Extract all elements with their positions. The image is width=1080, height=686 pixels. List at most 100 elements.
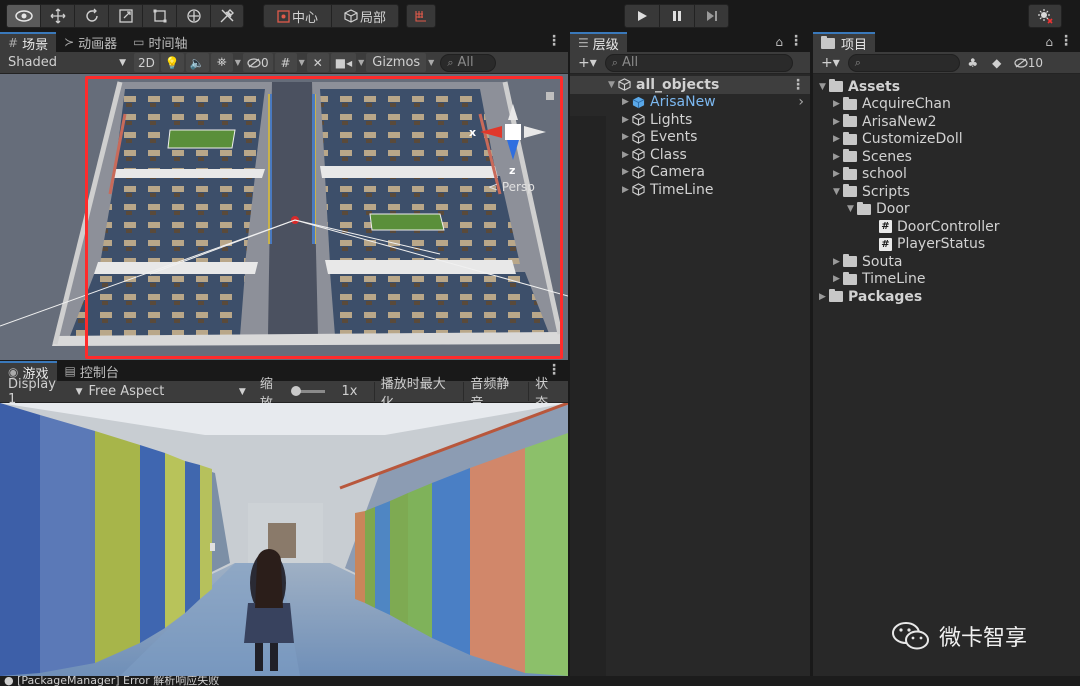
tab-hierarchy[interactable]: ☰ 层级 — [570, 32, 627, 53]
step-button[interactable] — [694, 4, 729, 28]
effects-chevron-icon[interactable]: ▼ — [235, 58, 241, 67]
rect-tool-icon[interactable] — [142, 4, 176, 28]
pivot-center-button[interactable]: 中心 — [263, 4, 331, 28]
hierarchy-item-class[interactable]: ▶ Class — [570, 146, 810, 164]
expand-arrow-icon[interactable]: ▶ — [622, 150, 632, 160]
pause-button[interactable] — [659, 4, 694, 28]
game-viewport[interactable] — [0, 403, 568, 676]
project-folder-packages[interactable]: ▶ Packages — [813, 288, 1080, 306]
scale-slider[interactable] — [290, 386, 326, 396]
expand-arrow-icon[interactable]: ▼ — [819, 82, 829, 92]
lock-icon[interactable]: ⌂ — [769, 35, 789, 52]
root-menu-icon[interactable]: ⋮ — [791, 77, 810, 93]
tab-console[interactable]: ▤ 控制台 — [57, 361, 127, 381]
expand-arrow-icon[interactable]: ▶ — [833, 152, 843, 162]
project-folder-scenes[interactable]: ▶ Scenes — [813, 148, 1080, 166]
wechat-icon — [892, 622, 929, 650]
project-script-doorcontroller[interactable]: # DoorController — [813, 218, 1080, 236]
expand-arrow-icon[interactable]: ▶ — [833, 134, 843, 144]
hierarchy-item-events[interactable]: ▶ Events — [570, 129, 810, 147]
lock-icon[interactable]: ⌂ — [1039, 35, 1059, 52]
scene-viewport[interactable]: x z < Persp — [0, 74, 568, 360]
expand-arrow-icon[interactable]: ▶ — [622, 97, 632, 107]
display-dropdown[interactable]: Display 1 — [2, 377, 68, 407]
grid-chevron-icon[interactable]: ▼ — [299, 58, 305, 67]
project-add-button[interactable]: +▾ — [815, 53, 846, 72]
scale-tool-icon[interactable] — [108, 4, 142, 28]
hierarchy-root-row[interactable]: ▼ all_objects ⋮ — [570, 76, 810, 94]
hierarchy-menu-icon[interactable]: ⋮ — [789, 33, 810, 52]
project-folder-acquirechan[interactable]: ▶ AcquireChan — [813, 96, 1080, 114]
scene-search-input[interactable]: ⌕ All — [440, 53, 497, 72]
folder-label: Souta — [862, 253, 903, 270]
project-folder-arisanew2[interactable]: ▶ ArisaNew2 — [813, 113, 1080, 131]
expand-arrow-icon[interactable]: ▶ — [819, 292, 829, 302]
expand-arrow-icon[interactable]: ▶ — [833, 169, 843, 179]
custom-tool-icon[interactable] — [210, 4, 244, 28]
project-folder-scripts[interactable]: ▼ Scripts — [813, 183, 1080, 201]
move-tool-icon[interactable] — [40, 4, 74, 28]
tools-icon[interactable]: ✕ — [306, 53, 329, 72]
expand-arrow-icon[interactable]: ▶ — [833, 99, 843, 109]
stats-toggle[interactable]: 状态 — [528, 377, 566, 411]
hierarchy-item-camera[interactable]: ▶ Camera — [570, 164, 810, 182]
lighting-icon[interactable]: 💡 — [160, 53, 184, 72]
camera-icon[interactable]: ■◂ — [330, 53, 357, 72]
view-tool-eye-icon[interactable] — [6, 4, 40, 28]
tab-scene[interactable]: # 场景 — [0, 32, 57, 53]
tab-animator[interactable]: ≻ 动画器 — [56, 32, 125, 52]
expand-arrow-icon[interactable]: ▶ — [833, 274, 843, 284]
project-script-playerstatus[interactable]: # PlayerStatus — [813, 236, 1080, 254]
tab-timeline[interactable]: ▭ 时间轴 — [125, 32, 195, 52]
maximize-on-play-toggle[interactable]: 播放时最大化 — [373, 377, 462, 411]
effects-icon[interactable]: ⛯ — [210, 53, 233, 72]
hidden-packages-icon[interactable]: 10 — [1010, 53, 1047, 72]
project-folder-assets[interactable]: ▼ Assets — [813, 78, 1080, 96]
grid-snap-button[interactable] — [406, 4, 436, 28]
project-folder-souta[interactable]: ▶ Souta — [813, 253, 1080, 271]
project-folder-door[interactable]: ▼ Door — [813, 201, 1080, 219]
expand-arrow-icon[interactable]: ▶ — [622, 185, 632, 195]
expand-arrow-icon[interactable]: ▼ — [847, 204, 857, 214]
project-search-input[interactable]: ⌕ — [847, 53, 960, 72]
scene-menu-icon[interactable]: ⋮ — [547, 33, 568, 52]
shading-mode-dropdown[interactable]: Shaded ▼ — [2, 53, 132, 72]
filter-label-icon[interactable]: ◆ — [986, 53, 1008, 72]
tab-project[interactable]: 项目 — [813, 32, 876, 53]
expand-arrow-icon[interactable]: ▶ — [622, 167, 632, 177]
hierarchy-item-timeline[interactable]: ▶ TimeLine — [570, 181, 810, 199]
2d-toggle[interactable]: 2D — [134, 53, 159, 72]
expand-arrow-icon[interactable]: ▶ — [622, 132, 632, 142]
filter-type-icon[interactable]: ♣ — [962, 53, 984, 72]
grid-toggle-icon[interactable]: # — [274, 53, 297, 72]
mute-audio-toggle[interactable]: 音频静音 — [463, 377, 526, 411]
gizmos-dropdown[interactable]: Gizmos — [366, 53, 427, 72]
project-folder-school[interactable]: ▶ school — [813, 166, 1080, 184]
hierarchy-search-input[interactable]: ⌕ All — [604, 53, 793, 72]
expand-arrow-icon[interactable]: ▶ — [622, 115, 632, 125]
pivot-local-button[interactable]: 局部 — [331, 4, 399, 28]
collab-icon[interactable] — [1028, 4, 1062, 28]
camera-chevron-icon[interactable]: ▼ — [358, 58, 364, 67]
scale-slider-thumb[interactable] — [290, 386, 301, 396]
transform-tool-icon[interactable] — [176, 4, 210, 28]
status-message[interactable]: [PackageManager] Error 解析响应失败 — [17, 676, 219, 686]
expand-arrow-icon[interactable]: ▶ — [833, 257, 843, 267]
project-folder-customizedoll[interactable]: ▶ CustomizeDoll — [813, 131, 1080, 149]
aspect-dropdown[interactable]: ▼ Free Aspect ▼ — [70, 382, 252, 401]
hierarchy-add-button[interactable]: +▾ — [572, 53, 603, 72]
expand-arrow-icon[interactable]: ▼ — [608, 80, 618, 90]
hierarchy-item-arisanew[interactable]: ▶ ArisaNew › — [570, 94, 810, 112]
visibility-icon[interactable]: 0 — [242, 53, 273, 72]
audio-icon[interactable]: 🔈 — [185, 53, 209, 72]
pivot-toggles: 中心 局部 — [263, 4, 399, 28]
expand-arrow-icon[interactable]: ▼ — [833, 187, 843, 197]
hierarchy-item-lights[interactable]: ▶ Lights — [570, 111, 810, 129]
expand-arrow-icon[interactable]: ▶ — [833, 117, 843, 127]
play-button[interactable] — [624, 4, 659, 28]
chevron-right-icon[interactable]: › — [798, 94, 810, 110]
project-folder-timeline[interactable]: ▶ TimeLine — [813, 271, 1080, 289]
gizmos-chevron-icon[interactable]: ▼ — [428, 58, 434, 67]
project-menu-icon[interactable]: ⋮ — [1059, 33, 1080, 52]
rotate-tool-icon[interactable] — [74, 4, 108, 28]
